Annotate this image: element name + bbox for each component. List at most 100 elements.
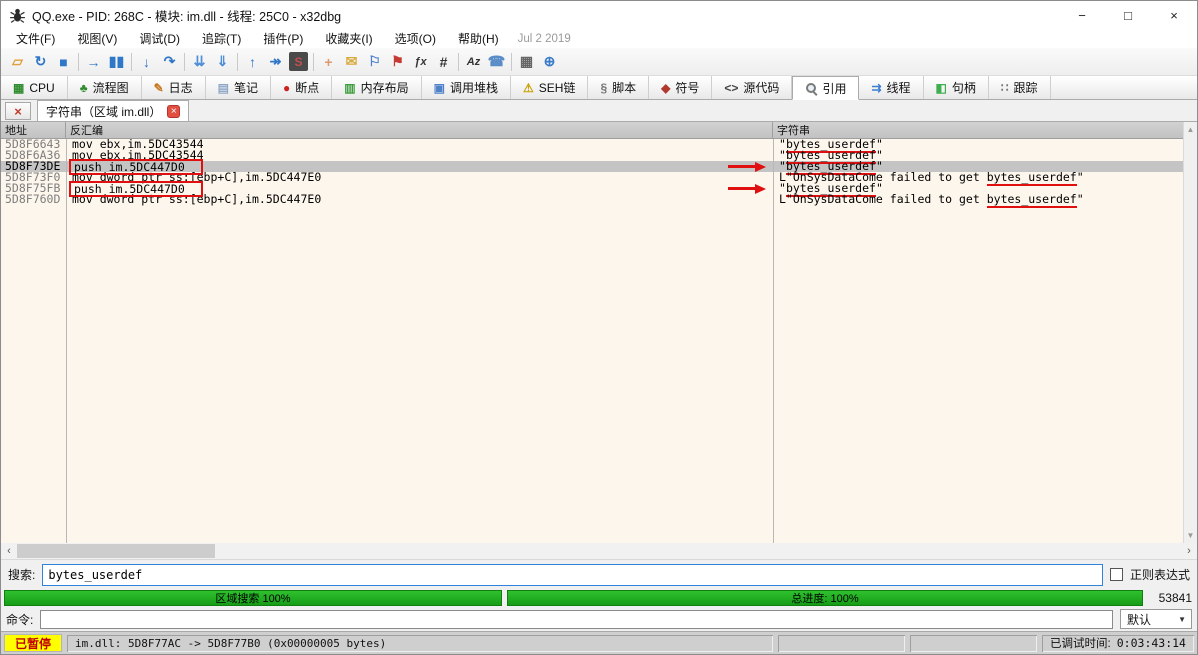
- command-row: 命令: 默认 ▼: [1, 607, 1197, 631]
- tab-bar: ▦CPU♣流程图✎日志▤笔记 ● 断点 ▥内存布局▣调用堆栈⚠SEH链 § 脚本 ◆符号<>…: [1, 76, 1197, 100]
- tab-label: 日志: [169, 79, 193, 96]
- red-box-annotation: push im.5DC447D0: [69, 181, 203, 197]
- restart-icon[interactable]: ↻: [29, 51, 52, 73]
- graph-icon: ♣: [80, 82, 88, 94]
- title-bar: QQ.exe - PID: 268C - 模块: im.dll - 线程: 25…: [1, 1, 1197, 30]
- tab-label: 跟踪: [1014, 79, 1038, 96]
- close-all-tabs-button[interactable]: ×: [5, 102, 31, 120]
- tab-cpu[interactable]: ▦CPU: [1, 76, 68, 99]
- subtab-strings[interactable]: 字符串（区域 im.dll） ×: [37, 100, 189, 121]
- function-icon[interactable]: ƒx: [409, 51, 432, 73]
- app-bug-icon: [9, 7, 26, 24]
- symbols-icon: ◆: [661, 82, 670, 94]
- column-header-address[interactable]: 地址: [1, 122, 66, 138]
- tab-threads[interactable]: ⇉线程: [859, 76, 923, 99]
- attach-icon[interactable]: ☎: [485, 51, 508, 73]
- range-search-progressbar: 区域搜索 100%: [4, 590, 502, 606]
- horizontal-scrollbar[interactable]: ‹ ›: [1, 543, 1197, 559]
- pause-icon[interactable]: ▮▮: [105, 51, 128, 73]
- command-input[interactable]: [40, 610, 1113, 629]
- source-mode-icon[interactable]: S: [289, 52, 308, 71]
- step-over-icon[interactable]: ↷: [158, 51, 181, 73]
- patch-icon[interactable]: +: [317, 51, 340, 73]
- column-divider: [66, 139, 67, 543]
- step-into-icon[interactable]: ↓: [135, 51, 158, 73]
- column-header-disasm[interactable]: 反汇编: [66, 122, 773, 138]
- menu-help[interactable]: 帮助(H): [447, 32, 510, 46]
- stop-icon[interactable]: ■: [52, 51, 75, 73]
- column-divider: [773, 139, 774, 543]
- menu-file[interactable]: 文件(F): [5, 32, 66, 46]
- regex-label: 正则表达式: [1130, 566, 1190, 583]
- menu-view[interactable]: 视图(V): [66, 32, 128, 46]
- tab-graph[interactable]: ♣流程图: [68, 76, 142, 99]
- label-icon[interactable]: ⚐: [363, 51, 386, 73]
- menu-favourites[interactable]: 收藏夹(I): [314, 32, 383, 46]
- red-arrow-annotation: [728, 162, 766, 172]
- menu-plugins[interactable]: 插件(P): [252, 32, 314, 46]
- string-cell: L"OnSysDataCome failed to get bytes_user…: [773, 194, 1183, 205]
- status-bar: 已暂停 im.dll: 5D8F77AC -> 5D8F77B0 (0x0000…: [1, 631, 1197, 654]
- tab-label: SEH链: [539, 79, 576, 96]
- tab-script[interactable]: § 脚本: [588, 76, 649, 99]
- subtab-label: 字符串（区域 im.dll）: [46, 103, 161, 120]
- toolbar: ▱↻■ →▮▮ ↓↷ ⇊⇓ ↑↠S +✉⚐⚑ƒx# Az☎ ▦⊕: [1, 48, 1197, 76]
- string-search-icon[interactable]: Az: [462, 51, 485, 73]
- tab-trace-tab[interactable]: ∷跟踪: [989, 76, 1051, 99]
- tab-call-stack[interactable]: ▣调用堆栈: [422, 76, 511, 99]
- profile-dropdown[interactable]: 默认 ▼: [1120, 609, 1192, 629]
- tab-breakpoints[interactable]: ● 断点: [271, 76, 332, 99]
- comment-icon[interactable]: ✉: [340, 51, 363, 73]
- minimize-button[interactable]: −: [1059, 1, 1105, 30]
- tab-label: 脚本: [612, 79, 636, 96]
- table-body: 5D8F6643mov ebx,im.5DC43544"bytes_userde…: [1, 139, 1183, 205]
- script-icon: §: [600, 82, 607, 94]
- handles-icon: ◧: [936, 82, 947, 94]
- scroll-right-icon[interactable]: ›: [1181, 545, 1197, 557]
- breakpoints-icon: ●: [283, 82, 290, 94]
- vertical-scrollbar[interactable]: ▲ ▼: [1183, 122, 1197, 543]
- subtab-close-icon[interactable]: ×: [167, 105, 180, 118]
- trace-into-icon[interactable]: ⇊: [188, 51, 211, 73]
- menu-options[interactable]: 选项(O): [384, 32, 447, 46]
- tab-label: 源代码: [743, 79, 779, 96]
- run-to-user-code-icon[interactable]: ↠: [264, 51, 287, 73]
- globe-icon[interactable]: ⊕: [538, 51, 561, 73]
- hash-icon[interactable]: #: [432, 51, 455, 73]
- tab-memory-map[interactable]: ▥内存布局: [332, 76, 421, 99]
- bookmark-icon[interactable]: ⚑: [386, 51, 409, 73]
- scroll-down-icon[interactable]: ▼: [1187, 531, 1195, 540]
- tab-source[interactable]: <>源代码: [712, 76, 792, 99]
- tab-seh[interactable]: ⚠SEH链: [511, 76, 588, 99]
- regex-checkbox[interactable]: [1110, 568, 1123, 581]
- status-section: [910, 635, 1037, 652]
- progress-row: 区域搜索 100% 总进度: 100% 53841: [1, 589, 1197, 607]
- close-button[interactable]: ×: [1151, 1, 1197, 30]
- tab-label: 断点: [295, 79, 319, 96]
- tab-handles[interactable]: ◧句柄: [924, 76, 989, 99]
- menu-items: 文件(F)视图(V)调试(D)追踪(T)插件(P)收藏夹(I)选项(O)帮助(H…: [5, 30, 510, 48]
- tab-log[interactable]: ✎日志: [142, 76, 206, 99]
- references-icon: [805, 82, 817, 94]
- menu-debug[interactable]: 调试(D): [128, 32, 191, 46]
- tab-references[interactable]: 引用: [792, 76, 859, 100]
- step-out-icon[interactable]: ↑: [241, 51, 264, 73]
- scroll-left-icon[interactable]: ‹: [1, 545, 17, 557]
- tab-notes[interactable]: ▤笔记: [206, 76, 271, 99]
- run-icon[interactable]: →: [82, 51, 105, 73]
- tab-label: 线程: [887, 79, 911, 96]
- menu-trace[interactable]: 追踪(T): [191, 32, 252, 46]
- tab-label: CPU: [29, 81, 54, 95]
- search-input[interactable]: [42, 564, 1103, 586]
- search-label: 搜索:: [8, 566, 35, 583]
- maximize-button[interactable]: □: [1105, 1, 1151, 30]
- scroll-up-icon[interactable]: ▲: [1187, 125, 1195, 134]
- trace-over-icon[interactable]: ⇓: [211, 51, 234, 73]
- scrollbar-thumb[interactable]: [17, 544, 215, 558]
- open-file-icon[interactable]: ▱: [6, 51, 29, 73]
- calculator-icon[interactable]: ▦: [515, 51, 538, 73]
- column-header-string[interactable]: 字符串: [773, 122, 1197, 138]
- tab-label: 调用堆栈: [450, 79, 498, 96]
- tab-symbols[interactable]: ◆符号: [649, 76, 712, 99]
- toolbar-separator: [237, 53, 238, 71]
